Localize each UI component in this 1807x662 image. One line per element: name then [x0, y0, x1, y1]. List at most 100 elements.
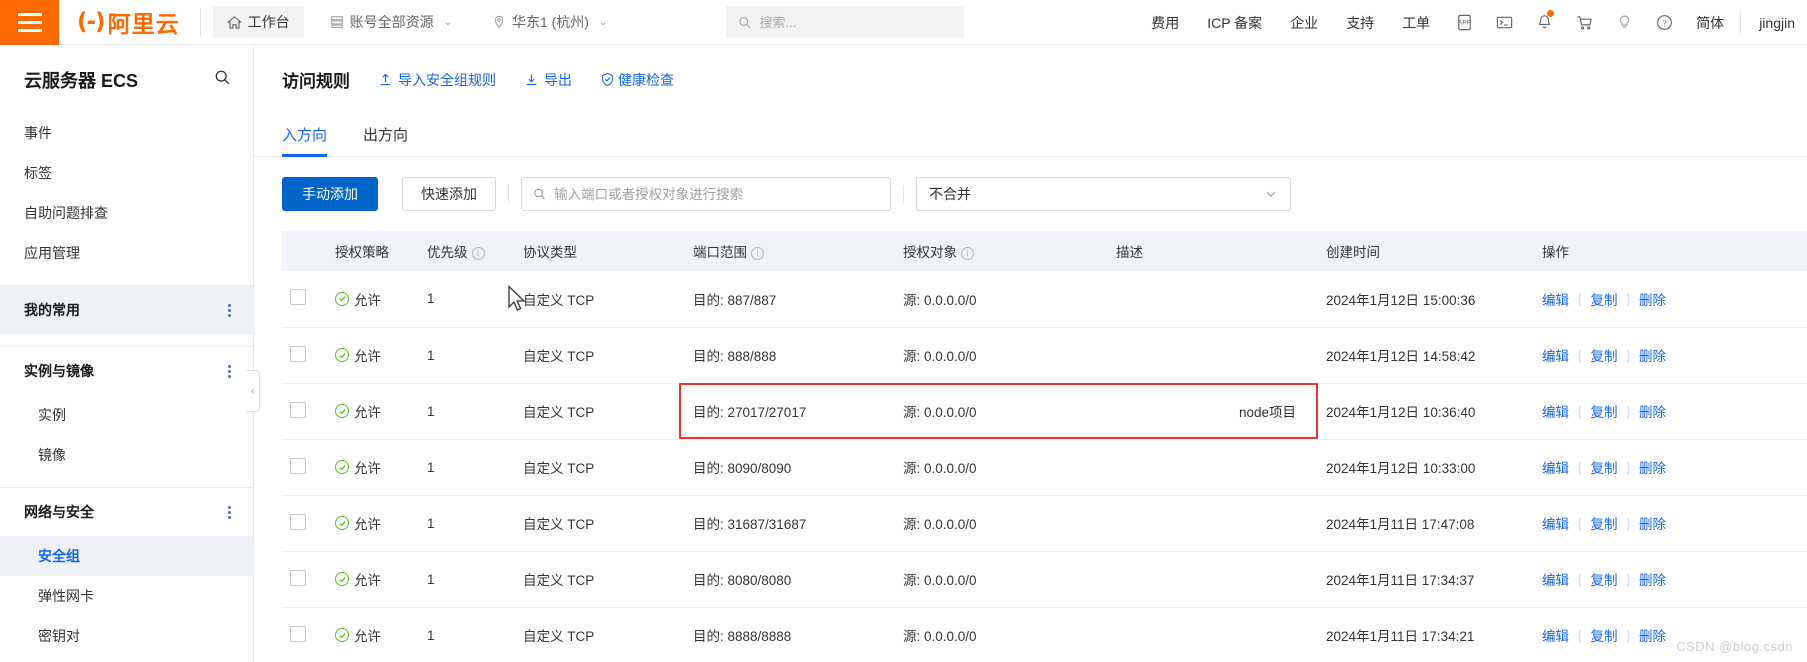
row-checkbox-cell[interactable] [282, 439, 327, 496]
more-options-icon[interactable] [228, 302, 231, 319]
row-checkbox-cell[interactable] [282, 551, 327, 608]
info-icon[interactable]: i [471, 246, 485, 260]
delete-link[interactable]: 删除 [1639, 457, 1666, 477]
cell-operations: 编辑 | 复制 | 删除 [1534, 439, 1807, 496]
row-checkbox[interactable] [290, 569, 306, 586]
row-checkbox[interactable] [290, 513, 306, 530]
allow-check-icon [335, 291, 349, 306]
more-options-icon[interactable] [228, 504, 231, 521]
row-checkbox[interactable] [290, 457, 306, 474]
edit-link[interactable]: 编辑 [1542, 569, 1569, 589]
copy-link[interactable]: 复制 [1591, 401, 1618, 421]
sidebar-group-instances-images[interactable]: 实例与镜像 [0, 347, 253, 395]
row-checkbox[interactable] [290, 289, 306, 306]
edit-link[interactable]: 编辑 [1542, 401, 1569, 421]
rules-search-input[interactable] [554, 186, 879, 202]
delete-link[interactable]: 删除 [1639, 513, 1666, 533]
table-row[interactable]: 允许 1 自定义 TCP 目的: 27017/27017 源: 0.0.0.0/0 nod… [282, 383, 1807, 440]
copy-link[interactable]: 复制 [1591, 289, 1618, 309]
sidebar-item-app-management[interactable]: 应用管理 [0, 233, 253, 273]
header-link-enterprise[interactable]: 企业 [1276, 13, 1332, 33]
copy-link[interactable]: 复制 [1591, 457, 1618, 477]
sidebar-group-favorites[interactable]: 我的常用 [0, 286, 253, 334]
direction-tabs: 入方向 出方向 [254, 102, 1807, 157]
header-link-support[interactable]: 支持 [1332, 13, 1388, 33]
tab-inbound[interactable]: 入方向 [282, 124, 328, 157]
table-row[interactable]: 允许 1 自定义 TCP 目的: 887/887 源: 0.0.0.0/0 2024年1月… [282, 271, 1807, 328]
svg-text:APP: APP [1458, 19, 1472, 26]
row-checkbox[interactable] [290, 625, 306, 642]
delete-link[interactable]: 删除 [1639, 289, 1666, 309]
sidebar-item-image[interactable]: 镜像 [0, 435, 253, 475]
copy-link[interactable]: 复制 [1591, 345, 1618, 365]
edit-link[interactable]: 编辑 [1542, 457, 1569, 477]
page-title: 访问规则 [282, 72, 350, 91]
header-link-fee[interactable]: 费用 [1137, 13, 1193, 33]
delete-link[interactable]: 删除 [1639, 345, 1666, 365]
header-link-icp[interactable]: ICP 备案 [1193, 13, 1276, 33]
cell-port-range: 目的: 8080/8080 [685, 551, 895, 608]
tab-outbound[interactable]: 出方向 [363, 124, 408, 156]
manual-add-button[interactable]: 手动添加 [282, 177, 378, 211]
sidebar-group-network-security[interactable]: 网络与安全 [0, 488, 253, 536]
global-search-input[interactable] [759, 14, 952, 30]
terminal-icon[interactable] [1484, 0, 1524, 45]
rules-search[interactable] [521, 177, 891, 211]
table-row[interactable]: 允许 1 自定义 TCP 目的: 8888/8888 源: 0.0.0.0/0 2024年… [282, 607, 1807, 662]
sidebar-item-instance[interactable]: 实例 [0, 395, 253, 435]
sidebar-item-tags[interactable]: 标签 [0, 153, 253, 193]
nav-workbench[interactable]: 工作台 [212, 6, 304, 38]
row-checkbox-cell[interactable] [282, 383, 327, 440]
edit-link[interactable]: 编辑 [1542, 289, 1569, 309]
header-link-ticket[interactable]: 工单 [1388, 13, 1444, 33]
copy-link[interactable]: 复制 [1591, 625, 1618, 645]
cell-priority: 1 [419, 439, 515, 496]
more-options-icon[interactable] [228, 363, 231, 380]
bell-icon[interactable] [1524, 0, 1564, 45]
edit-link[interactable]: 编辑 [1542, 625, 1569, 645]
table-row[interactable]: 允许 1 自定义 TCP 目的: 31687/31687 源: 0.0.0.0/0 202… [282, 495, 1807, 552]
sidebar-collapse-toggle[interactable]: ‹ [246, 370, 260, 412]
aliyun-logo[interactable]: (-) 阿里云 [59, 0, 200, 45]
page-header: 访问规则 导入安全组规则 导出 健康检查 [254, 45, 1807, 92]
quick-add-button[interactable]: 快速添加 [402, 177, 496, 211]
row-checkbox-cell[interactable] [282, 495, 327, 552]
row-checkbox[interactable] [290, 345, 306, 362]
app-icon[interactable]: APP [1444, 0, 1484, 45]
copy-link[interactable]: 复制 [1591, 569, 1618, 589]
cart-icon[interactable] [1564, 0, 1604, 45]
info-icon[interactable]: i [751, 246, 764, 260]
sidebar-search-icon[interactable] [214, 69, 231, 91]
import-rules-action[interactable]: 导入安全组规则 [378, 70, 496, 90]
row-checkbox[interactable] [290, 401, 306, 418]
export-action[interactable]: 导出 [524, 70, 572, 90]
nav-resources[interactable]: 账号全部资源 ⌄ [316, 6, 466, 38]
delete-link[interactable]: 删除 [1639, 625, 1666, 645]
row-checkbox-cell[interactable] [282, 607, 327, 662]
user-account[interactable]: jingjin [1745, 15, 1807, 31]
table-row[interactable]: 允许 1 自定义 TCP 目的: 888/888 源: 0.0.0.0/0 2024年1月… [282, 327, 1807, 384]
delete-link[interactable]: 删除 [1639, 569, 1666, 589]
language-switcher[interactable]: 简体 [1684, 13, 1736, 33]
merge-mode-select[interactable]: 不合并 [916, 177, 1291, 211]
edit-link[interactable]: 编辑 [1542, 345, 1569, 365]
table-row[interactable]: 允许 1 自定义 TCP 目的: 8080/8080 源: 0.0.0.0/0 2024年… [282, 551, 1807, 608]
hamburger-icon[interactable] [0, 0, 59, 45]
copy-link[interactable]: 复制 [1591, 513, 1618, 533]
nav-region[interactable]: 华东1 (杭州) ⌄ [478, 6, 621, 38]
global-search[interactable] [726, 6, 964, 38]
help-icon[interactable]: ? [1644, 0, 1684, 45]
edit-link[interactable]: 编辑 [1542, 513, 1569, 533]
sidebar-item-eni[interactable]: 弹性网卡 [0, 576, 253, 616]
sidebar-item-security-group[interactable]: 安全组 [0, 536, 253, 576]
sidebar-item-key-pair[interactable]: 密钥对 [0, 616, 253, 656]
row-checkbox-cell[interactable] [282, 327, 327, 384]
sidebar-item-events[interactable]: 事件 [0, 113, 253, 153]
row-checkbox-cell[interactable] [282, 271, 327, 328]
sidebar-item-self-troubleshoot[interactable]: 自助问题排查 [0, 193, 253, 233]
info-icon[interactable]: i [961, 246, 974, 260]
lightbulb-icon[interactable] [1604, 0, 1644, 45]
delete-link[interactable]: 删除 [1639, 401, 1666, 421]
table-row[interactable]: 允许 1 自定义 TCP 目的: 8090/8090 源: 0.0.0.0/0 2024年… [282, 439, 1807, 496]
health-check-action[interactable]: 健康检查 [600, 70, 674, 90]
